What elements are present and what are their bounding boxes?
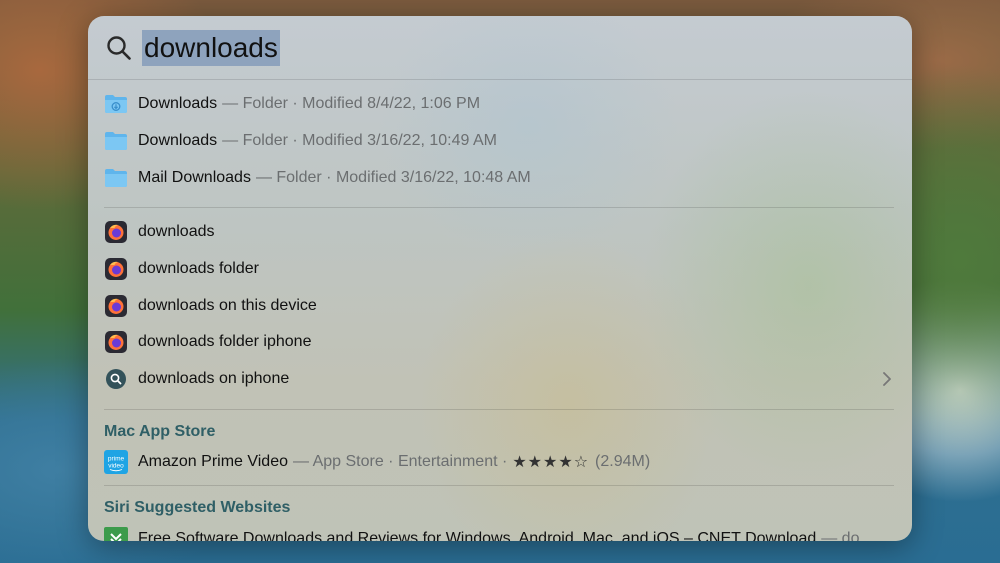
app-store-result-row[interactable]: prime video Amazon Prime Video — App Sto… <box>104 444 894 481</box>
suggestion-row-2[interactable]: downloads folder <box>104 251 894 288</box>
chevron-right-icon[interactable] <box>882 371 892 392</box>
prime-video-app-icon: prime video <box>104 449 128 474</box>
video-icon-text: video <box>108 462 124 469</box>
website-result-row[interactable]: Free Software Downloads and Reviews for … <box>104 520 894 541</box>
result-title: Downloads <box>138 132 218 150</box>
rating-count: (2.94M) <box>595 452 651 470</box>
prime-icon-text: prime <box>108 455 125 462</box>
downloads-folder-icon <box>104 92 128 116</box>
result-row-folder-3[interactable]: Mail Downloads — Folder · Modified 3/16/… <box>104 159 894 196</box>
result-row-folder-1[interactable]: Downloads — Folder · Modified 8/4/22, 1:… <box>104 86 894 123</box>
search-bar[interactable]: downloads <box>88 16 912 80</box>
website-meta: — do <box>821 529 860 541</box>
suggestion-row-5[interactable]: downloads on iphone <box>104 361 894 398</box>
firefox-icon <box>104 257 128 281</box>
folder-icon <box>104 129 128 153</box>
suggestion-text: downloads folder <box>138 260 259 278</box>
section-header-app-store: Mac App Store <box>104 422 216 440</box>
folders-group: Downloads — Folder · Modified 8/4/22, 1:… <box>104 80 894 202</box>
suggestion-row-1[interactable]: downloads <box>104 214 894 251</box>
result-meta: — Folder · Modified 8/4/22, 1:06 PM <box>222 95 481 113</box>
siri-websites-section: Siri Suggested Websites Free Software Do… <box>104 486 894 541</box>
suggestion-text: downloads on this device <box>138 296 317 314</box>
search-icon <box>106 35 132 61</box>
section-header-siri-websites: Siri Suggested Websites <box>104 499 291 517</box>
spotlight-panel: downloads Downloads — Folder · Modified … <box>88 16 912 541</box>
result-row-folder-2[interactable]: Downloads — Folder · Modified 3/16/22, 1… <box>104 123 894 160</box>
suggestion-row-4[interactable]: downloads folder iphone <box>104 324 894 361</box>
folder-icon <box>104 166 128 190</box>
cnet-download-site-icon <box>104 526 128 541</box>
suggestion-row-3[interactable]: downloads on this device <box>104 287 894 324</box>
website-title: Free Software Downloads and Reviews for … <box>138 529 817 541</box>
result-title: Mail Downloads <box>138 168 251 186</box>
firefox-icon <box>104 220 128 244</box>
result-meta: — Folder · Modified 3/16/22, 10:49 AM <box>222 132 497 150</box>
results-list: Downloads — Folder · Modified 8/4/22, 1:… <box>88 80 912 541</box>
suggestions-group: downloads downloads folder downloads on … <box>104 208 894 403</box>
rating-stars: ★★★★☆ <box>512 453 590 471</box>
app-store-section: Mac App Store prime video Amazon Prime V… <box>104 410 894 481</box>
web-search-icon <box>104 367 128 391</box>
result-meta: — Folder · Modified 3/16/22, 10:48 AM <box>255 168 531 186</box>
suggestion-text: downloads folder iphone <box>138 333 312 351</box>
suggestion-text: downloads on iphone <box>138 370 290 388</box>
firefox-icon <box>104 294 128 318</box>
result-title: Downloads <box>138 95 218 113</box>
firefox-icon <box>104 330 128 354</box>
app-meta: — App Store · Entertainment · <box>293 452 508 470</box>
app-title: Amazon Prime Video <box>138 452 288 470</box>
suggestion-text: downloads <box>138 223 215 241</box>
search-input[interactable]: downloads <box>142 29 280 66</box>
